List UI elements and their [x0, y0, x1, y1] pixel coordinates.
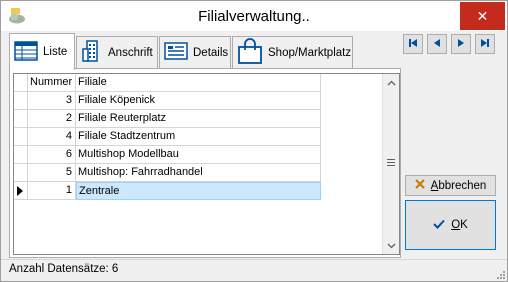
- close-button[interactable]: ✕: [460, 2, 505, 30]
- chevron-down-icon: [387, 240, 396, 252]
- current-row-arrow-icon: [17, 186, 23, 196]
- cancel-x-icon: [414, 179, 425, 192]
- cell-filiale[interactable]: Filiale Reuterplatz: [76, 110, 321, 128]
- building-icon: [81, 39, 103, 66]
- tab-label: Anschrift: [108, 46, 153, 59]
- tab-bar: Liste Anschrift Details Shop/Marktplatz: [9, 33, 404, 70]
- next-record-icon: [456, 38, 466, 51]
- cell-nummer[interactable]: 1: [28, 182, 76, 200]
- vertical-scrollbar[interactable]: [382, 74, 399, 254]
- main-window: Filialverwaltung.. ✕ Liste Anschrift Det…: [0, 0, 508, 282]
- row-indicator[interactable]: [14, 110, 28, 128]
- next-record-button[interactable]: [451, 34, 471, 54]
- table-row[interactable]: 6 Multishop Modellbau: [14, 146, 321, 164]
- record-count-text: Anzahl Datensätze: 6: [9, 263, 119, 275]
- previous-record-icon: [432, 38, 442, 51]
- checkmark-icon: [433, 219, 445, 232]
- cell-nummer[interactable]: 4: [28, 128, 76, 146]
- cell-nummer[interactable]: 6: [28, 146, 76, 164]
- table-row[interactable]: 5 Multishop: Fahrradhandel: [14, 164, 321, 182]
- cancel-button[interactable]: Abbrechen: [405, 175, 496, 196]
- cell-filiale[interactable]: Multishop: Fahrradhandel: [76, 164, 321, 182]
- cell-nummer[interactable]: 5: [28, 164, 76, 182]
- row-indicator[interactable]: [14, 128, 28, 146]
- scrollbar-grip-icon[interactable]: [387, 159, 395, 167]
- cell-filiale[interactable]: Filiale Köpenick: [76, 92, 321, 110]
- tab-details[interactable]: Details: [159, 36, 231, 68]
- shopping-bag-icon: [237, 38, 263, 67]
- ok-label-mnemonic: O: [451, 219, 461, 231]
- cancel-label-rest: bbrechen: [438, 179, 487, 192]
- last-record-icon: [480, 38, 490, 51]
- close-icon: ✕: [476, 8, 489, 24]
- row-indicator[interactable]: [14, 92, 28, 110]
- cell-filiale[interactable]: Filiale Stadtzentrum: [76, 128, 321, 146]
- table-row[interactable]: 4 Filiale Stadtzentrum: [14, 128, 321, 146]
- row-indicator[interactable]: [14, 164, 28, 182]
- grid-header: Nummer Filiale: [14, 74, 321, 92]
- status-bar: Anzahl Datensätze: 6: [1, 259, 507, 281]
- table-row[interactable]: 2 Filiale Reuterplatz: [14, 110, 321, 128]
- table-row-current[interactable]: 1 Zentrale: [14, 182, 321, 200]
- row-indicator[interactable]: [14, 182, 28, 200]
- details-card-icon: [164, 41, 188, 64]
- ok-button[interactable]: OK: [405, 200, 496, 250]
- cell-filiale-editing[interactable]: Zentrale: [76, 182, 321, 200]
- scroll-down-button[interactable]: [383, 237, 399, 254]
- last-record-button[interactable]: [475, 34, 495, 54]
- tab-label: Shop/Marktplatz: [268, 46, 352, 59]
- cell-nummer[interactable]: 3: [28, 92, 76, 110]
- title-bar: Filialverwaltung.. ✕: [1, 1, 507, 31]
- cell-filiale[interactable]: Multishop Modellbau: [76, 146, 321, 164]
- window-title: Filialverwaltung..: [198, 8, 310, 25]
- list-grid-icon: [14, 40, 38, 64]
- previous-record-button[interactable]: [427, 34, 447, 54]
- tab-liste[interactable]: Liste: [9, 33, 75, 70]
- first-record-button[interactable]: [403, 34, 423, 54]
- column-header-filiale[interactable]: Filiale: [76, 74, 321, 92]
- row-indicator[interactable]: [14, 146, 28, 164]
- branch-grid[interactable]: Nummer Filiale 3 Filiale Köpenick 2 Fili…: [13, 73, 400, 255]
- ok-label-rest: K: [460, 219, 468, 231]
- tab-label: Details: [193, 46, 229, 59]
- tab-shop-marktplatz[interactable]: Shop/Marktplatz: [232, 36, 353, 68]
- table-row[interactable]: 3 Filiale Köpenick: [14, 92, 321, 110]
- column-header-nummer[interactable]: Nummer: [28, 74, 76, 92]
- chevron-up-icon: [387, 77, 396, 89]
- first-record-icon: [408, 38, 418, 51]
- tab-panel-liste: Nummer Filiale 3 Filiale Köpenick 2 Fili…: [9, 68, 401, 258]
- ok-label: OK: [451, 219, 468, 231]
- scroll-up-button[interactable]: [383, 74, 399, 91]
- tab-anschrift[interactable]: Anschrift: [76, 36, 158, 68]
- resize-grip-icon[interactable]: [495, 269, 505, 279]
- cancel-label: Abbrechen: [431, 180, 487, 192]
- cell-nummer[interactable]: 2: [28, 110, 76, 128]
- tab-label: Liste: [43, 46, 68, 58]
- row-indicator-header: [14, 74, 28, 92]
